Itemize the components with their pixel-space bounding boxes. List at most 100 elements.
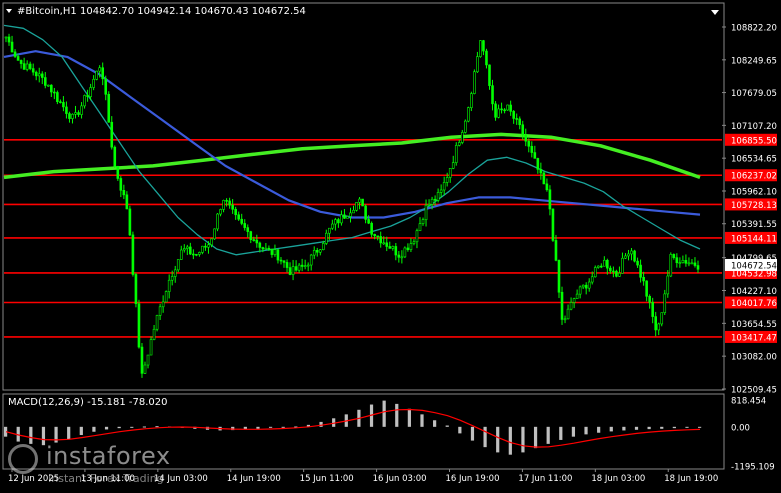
candle-body [50,84,53,93]
candle-body [379,236,383,244]
candle-body [578,286,582,295]
candle-body [548,189,552,210]
candle-body [47,84,50,87]
chart-window: 108822.20 108249.65 107679.05 107107.20 1065… [0,0,781,489]
macd-bar [79,426,83,436]
macd-bar [609,426,613,432]
candle-body [518,118,522,126]
candle-body [442,182,446,191]
candle-body [636,260,639,266]
macd-bar [647,426,651,430]
candle-body [397,254,401,258]
candle-body [16,56,20,61]
candle-body [648,295,651,303]
candle-body [128,208,132,236]
candle-body [195,253,198,256]
candle-body [600,265,603,268]
candle-body [288,267,292,275]
candle-body [460,132,464,143]
candle-body [554,240,558,261]
candle-body [328,227,331,234]
candle-body [621,257,624,274]
level-label: 106855.50 [731,136,777,146]
candle-body [261,247,265,250]
candle-body [527,140,531,147]
macd-bar [571,426,576,437]
candle-body [140,346,144,374]
candle-body [696,265,700,270]
candle-body [542,172,546,185]
candle-body [246,227,250,232]
candle-body [382,242,386,245]
instaforex-logo: instaforex Instant Forex Trading [6,442,196,488]
macd-bar [483,426,487,448]
candle-body [77,112,80,115]
candle-body [303,265,307,268]
macd-bar [508,426,512,455]
price-tick-label: 105391.55 [731,220,777,230]
candle-body [385,242,389,247]
candle-body [406,247,410,250]
price-tick-label: 108822.20 [731,24,777,34]
macd-bar [672,426,676,429]
candle-body [131,234,135,275]
candle-body [596,265,600,268]
macd-bar [420,414,424,427]
candle-body [40,73,44,78]
candle-body [352,209,355,214]
candle-body [355,202,358,211]
macd-bar [382,400,386,427]
candle-body [255,239,259,244]
candle-body [234,208,237,216]
candle-body [521,124,525,136]
candle-body [391,246,395,249]
candle-body [666,275,670,295]
macd-bar [521,426,525,453]
candle-body [300,264,304,267]
candle-body [536,158,540,170]
candle-body [98,67,101,72]
candle-body [19,60,23,64]
candle-body [228,200,231,206]
macd-bar [698,426,702,428]
candle-body [394,246,398,256]
candle-body [331,223,334,229]
candle-body [56,92,59,102]
macd-label: MACD(12,26,9) -15.181 -78.020 [8,397,168,408]
candle-body [470,93,473,108]
candle-body [89,87,92,97]
candle-body [273,249,277,255]
candle-body [86,95,89,97]
candle-body [309,254,313,266]
candle-body [158,306,162,316]
candle-body [231,204,234,210]
time-tick-label: 16 Jun 19:00 [446,474,500,484]
candle-body [376,235,379,238]
candle-body [92,78,95,88]
candle-body [4,36,8,39]
macd-bar [496,426,500,453]
price-tick-label: 103654.55 [731,320,777,330]
level-label: 105144.11 [731,234,777,244]
level-label: 104017.76 [731,299,777,309]
candle-body [651,301,654,317]
candle-body [59,101,62,103]
macd-bar [470,426,475,441]
macd-bar [634,426,639,430]
level-label: 105728.13 [731,201,777,211]
macd-bar [597,426,601,433]
candle-body [107,93,111,123]
candle-body [551,208,555,241]
macd-bar [319,421,323,427]
level-label: 106237.02 [731,172,777,182]
candle-body [343,214,346,219]
candle-body [427,204,431,206]
macd-bar [268,426,273,428]
candle-body [113,146,117,167]
candle-body [71,113,74,119]
candle-body [68,113,71,119]
price-tick-label: 102509.45 [731,386,777,396]
candle-body [164,291,168,303]
candle-body [603,259,606,267]
candle-body [669,254,673,277]
